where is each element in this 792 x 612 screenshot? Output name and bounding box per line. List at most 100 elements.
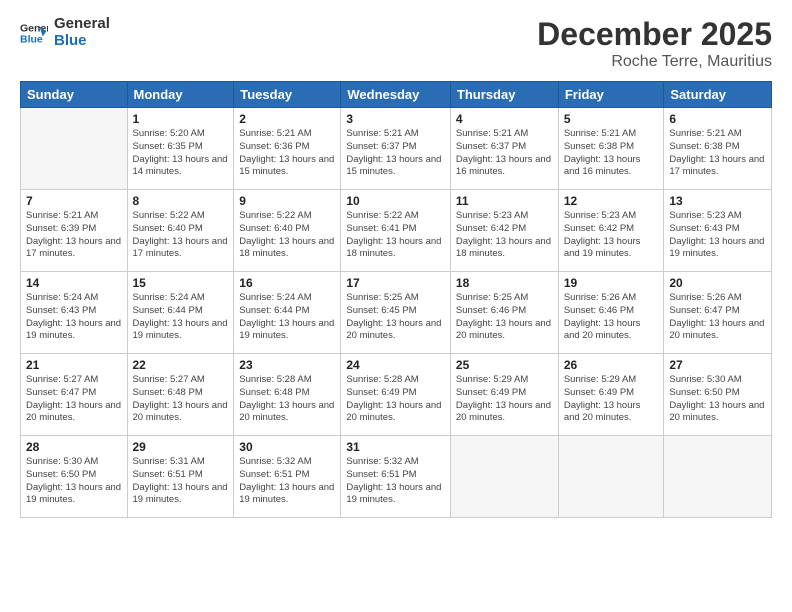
day-number: 14 (26, 276, 122, 290)
calendar-cell: 18 Sunrise: 5:25 AMSunset: 6:46 PMDayligh… (450, 272, 558, 354)
day-info: Sunrise: 5:30 AMSunset: 6:50 PMDaylight:… (26, 456, 122, 507)
calendar-week-row: 7Sunrise: 5:21 AMSunset: 6:39 PMDaylight… (21, 190, 772, 272)
day-info: Sunrise: 5:21 AMSunset: 6:37 PMDaylight:… (346, 128, 445, 179)
day-info: Sunrise: 5:26 AMSunset: 6:47 PMDaylight:… (669, 292, 766, 343)
logo: General Blue General Blue (20, 16, 110, 49)
day-number: 15 (133, 276, 229, 290)
subtitle: Roche Terre, Mauritius (537, 53, 772, 71)
day-info: Sunrise: 5:25 AMSunset: 6:46 PMDaylight:… (456, 292, 553, 343)
day-number: 12 (564, 194, 659, 208)
calendar-day-header: Wednesday (341, 82, 451, 108)
day-info: Sunrise: 5:29 AMSunset: 6:49 PMDaylight:… (564, 374, 659, 425)
header: General Blue General Blue December 2025 … (20, 16, 772, 71)
day-number: 8 (133, 194, 229, 208)
logo-line2: Blue (54, 33, 87, 50)
calendar-cell (664, 436, 772, 518)
day-info: Sunrise: 5:28 AMSunset: 6:48 PMDaylight:… (239, 374, 335, 425)
day-number: 31 (346, 440, 445, 454)
logo-icon: General Blue (20, 19, 48, 47)
calendar-day-header: Monday (127, 82, 234, 108)
day-info: Sunrise: 5:22 AMSunset: 6:40 PMDaylight:… (133, 210, 229, 261)
day-number: 22 (133, 358, 229, 372)
calendar-cell (21, 108, 128, 190)
day-info: Sunrise: 5:31 AMSunset: 6:51 PMDaylight:… (133, 456, 229, 507)
day-number: 11 (456, 194, 553, 208)
day-number: 29 (133, 440, 229, 454)
day-number: 1 (133, 112, 229, 126)
calendar-week-row: 28Sunrise: 5:30 AMSunset: 6:50 PMDayligh… (21, 436, 772, 518)
day-number: 2 (239, 112, 335, 126)
calendar-day-header: Thursday (450, 82, 558, 108)
day-info: Sunrise: 5:21 AMSunset: 6:38 PMDaylight:… (564, 128, 659, 179)
calendar-cell: 13Sunrise: 5:23 AMSunset: 6:43 PMDayligh… (664, 190, 772, 272)
calendar-cell (558, 436, 664, 518)
day-info: Sunrise: 5:21 AMSunset: 6:37 PMDaylight:… (456, 128, 553, 179)
calendar-cell: 5 Sunrise: 5:21 AMSunset: 6:38 PMDaylight… (558, 108, 664, 190)
calendar-cell: 3 Sunrise: 5:21 AMSunset: 6:37 PMDaylight… (341, 108, 451, 190)
day-number: 17 (346, 276, 445, 290)
calendar-week-row: 14 Sunrise: 5:24 AMSunset: 6:43 PMDayligh… (21, 272, 772, 354)
calendar-cell: 19Sunrise: 5:26 AMSunset: 6:46 PMDayligh… (558, 272, 664, 354)
calendar-table: SundayMondayTuesdayWednesdayThursdayFrid… (20, 81, 772, 518)
calendar-cell: 14 Sunrise: 5:24 AMSunset: 6:43 PMDayligh… (21, 272, 128, 354)
day-info: Sunrise: 5:25 AMSunset: 6:45 PMDaylight:… (346, 292, 445, 343)
calendar-cell: 30 Sunrise: 5:32 AMSunset: 6:51 PMDayligh… (234, 436, 341, 518)
calendar-day-header: Friday (558, 82, 664, 108)
day-number: 5 (564, 112, 659, 126)
calendar-cell: 21Sunrise: 5:27 AMSunset: 6:47 PMDayligh… (21, 354, 128, 436)
calendar-cell: 16Sunrise: 5:24 AMSunset: 6:44 PMDayligh… (234, 272, 341, 354)
day-number: 20 (669, 276, 766, 290)
calendar-week-row: 1 Sunrise: 5:20 AMSunset: 6:35 PMDaylight… (21, 108, 772, 190)
calendar-cell: 17 Sunrise: 5:25 AMSunset: 6:45 PMDayligh… (341, 272, 451, 354)
calendar-cell: 31Sunrise: 5:32 AMSunset: 6:51 PMDayligh… (341, 436, 451, 518)
calendar-cell: 23 Sunrise: 5:28 AMSunset: 6:48 PMDayligh… (234, 354, 341, 436)
day-number: 4 (456, 112, 553, 126)
day-info: Sunrise: 5:22 AMSunset: 6:41 PMDaylight:… (346, 210, 445, 261)
calendar-day-header: Saturday (664, 82, 772, 108)
day-number: 24 (346, 358, 445, 372)
day-info: Sunrise: 5:29 AMSunset: 6:49 PMDaylight:… (456, 374, 553, 425)
calendar-cell: 29 Sunrise: 5:31 AMSunset: 6:51 PMDayligh… (127, 436, 234, 518)
day-number: 9 (239, 194, 335, 208)
calendar-header-row: SundayMondayTuesdayWednesdayThursdayFrid… (21, 82, 772, 108)
day-info: Sunrise: 5:32 AMSunset: 6:51 PMDaylight:… (239, 456, 335, 507)
calendar-cell: 24 Sunrise: 5:28 AMSunset: 6:49 PMDayligh… (341, 354, 451, 436)
day-number: 18 (456, 276, 553, 290)
calendar-cell: 1 Sunrise: 5:20 AMSunset: 6:35 PMDaylight… (127, 108, 234, 190)
svg-text:Blue: Blue (20, 33, 43, 45)
day-number: 25 (456, 358, 553, 372)
calendar-cell: 11 Sunrise: 5:23 AMSunset: 6:42 PMDayligh… (450, 190, 558, 272)
day-number: 30 (239, 440, 335, 454)
day-info: Sunrise: 5:23 AMSunset: 6:42 PMDaylight:… (456, 210, 553, 261)
calendar-cell: 28Sunrise: 5:30 AMSunset: 6:50 PMDayligh… (21, 436, 128, 518)
day-info: Sunrise: 5:27 AMSunset: 6:48 PMDaylight:… (133, 374, 229, 425)
day-number: 23 (239, 358, 335, 372)
calendar-cell: 20 Sunrise: 5:26 AMSunset: 6:47 PMDayligh… (664, 272, 772, 354)
day-info: Sunrise: 5:30 AMSunset: 6:50 PMDaylight:… (669, 374, 766, 425)
page: General Blue General Blue December 2025 … (0, 0, 792, 612)
day-info: Sunrise: 5:27 AMSunset: 6:47 PMDaylight:… (26, 374, 122, 425)
day-number: 7 (26, 194, 122, 208)
calendar-cell (450, 436, 558, 518)
day-info: Sunrise: 5:28 AMSunset: 6:49 PMDaylight:… (346, 374, 445, 425)
day-info: Sunrise: 5:24 AMSunset: 6:43 PMDaylight:… (26, 292, 122, 343)
calendar-cell: 7Sunrise: 5:21 AMSunset: 6:39 PMDaylight… (21, 190, 128, 272)
day-number: 6 (669, 112, 766, 126)
day-number: 27 (669, 358, 766, 372)
day-number: 26 (564, 358, 659, 372)
calendar-cell: 26 Sunrise: 5:29 AMSunset: 6:49 PMDayligh… (558, 354, 664, 436)
calendar-cell: 12 Sunrise: 5:23 AMSunset: 6:42 PMDayligh… (558, 190, 664, 272)
day-info: Sunrise: 5:23 AMSunset: 6:43 PMDaylight:… (669, 210, 766, 261)
day-info: Sunrise: 5:23 AMSunset: 6:42 PMDaylight:… (564, 210, 659, 261)
day-number: 3 (346, 112, 445, 126)
day-info: Sunrise: 5:20 AMSunset: 6:35 PMDaylight:… (133, 128, 229, 179)
calendar-cell: 22 Sunrise: 5:27 AMSunset: 6:48 PMDayligh… (127, 354, 234, 436)
title-block: December 2025 Roche Terre, Mauritius (537, 16, 772, 71)
calendar-cell: 8 Sunrise: 5:22 AMSunset: 6:40 PMDaylight… (127, 190, 234, 272)
calendar-cell: 4 Sunrise: 5:21 AMSunset: 6:37 PMDaylight… (450, 108, 558, 190)
calendar-cell: 25 Sunrise: 5:29 AMSunset: 6:49 PMDayligh… (450, 354, 558, 436)
calendar-cell: 27 Sunrise: 5:30 AMSunset: 6:50 PMDayligh… (664, 354, 772, 436)
day-number: 10 (346, 194, 445, 208)
calendar-cell: 2Sunrise: 5:21 AMSunset: 6:36 PMDaylight… (234, 108, 341, 190)
day-info: Sunrise: 5:22 AMSunset: 6:40 PMDaylight:… (239, 210, 335, 261)
